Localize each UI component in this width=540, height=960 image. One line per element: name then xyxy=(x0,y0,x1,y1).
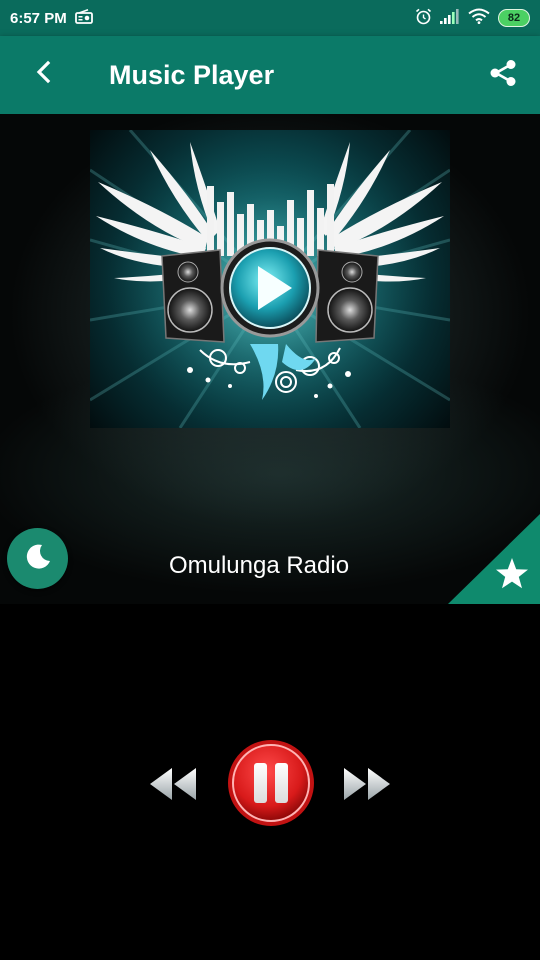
app-bar: Music Player xyxy=(0,36,540,114)
playback-controls xyxy=(0,738,540,830)
player-area: Omulunga Radio xyxy=(0,114,540,604)
share-icon xyxy=(488,58,518,93)
rewind-icon xyxy=(148,768,198,806)
share-button[interactable] xyxy=(486,58,520,92)
alarm-icon xyxy=(415,8,432,29)
station-name: Omulunga Radio xyxy=(168,552,350,579)
back-arrow-icon xyxy=(34,60,54,89)
rewind-button[interactable] xyxy=(148,766,198,802)
page-title: Music Player xyxy=(109,60,275,90)
wifi-icon xyxy=(468,8,490,28)
speakers-wings-play-artwork xyxy=(90,130,450,428)
fast-forward-icon xyxy=(342,768,392,806)
status-right: 82 xyxy=(415,8,530,29)
pause-icon xyxy=(228,740,314,826)
fast-forward-button[interactable] xyxy=(342,766,392,802)
back-button[interactable] xyxy=(26,56,62,92)
album-artwork xyxy=(90,130,450,428)
battery-icon: 82 xyxy=(498,9,530,27)
pause-button[interactable] xyxy=(226,738,316,828)
signal-icon xyxy=(440,8,460,28)
status-time: 6:57 PM xyxy=(10,9,67,27)
radio-icon xyxy=(74,8,93,28)
status-left: 6:57 PM xyxy=(10,8,93,28)
favorite-button[interactable] xyxy=(448,514,540,604)
status-bar: 6:57 PM 82 xyxy=(0,0,540,36)
